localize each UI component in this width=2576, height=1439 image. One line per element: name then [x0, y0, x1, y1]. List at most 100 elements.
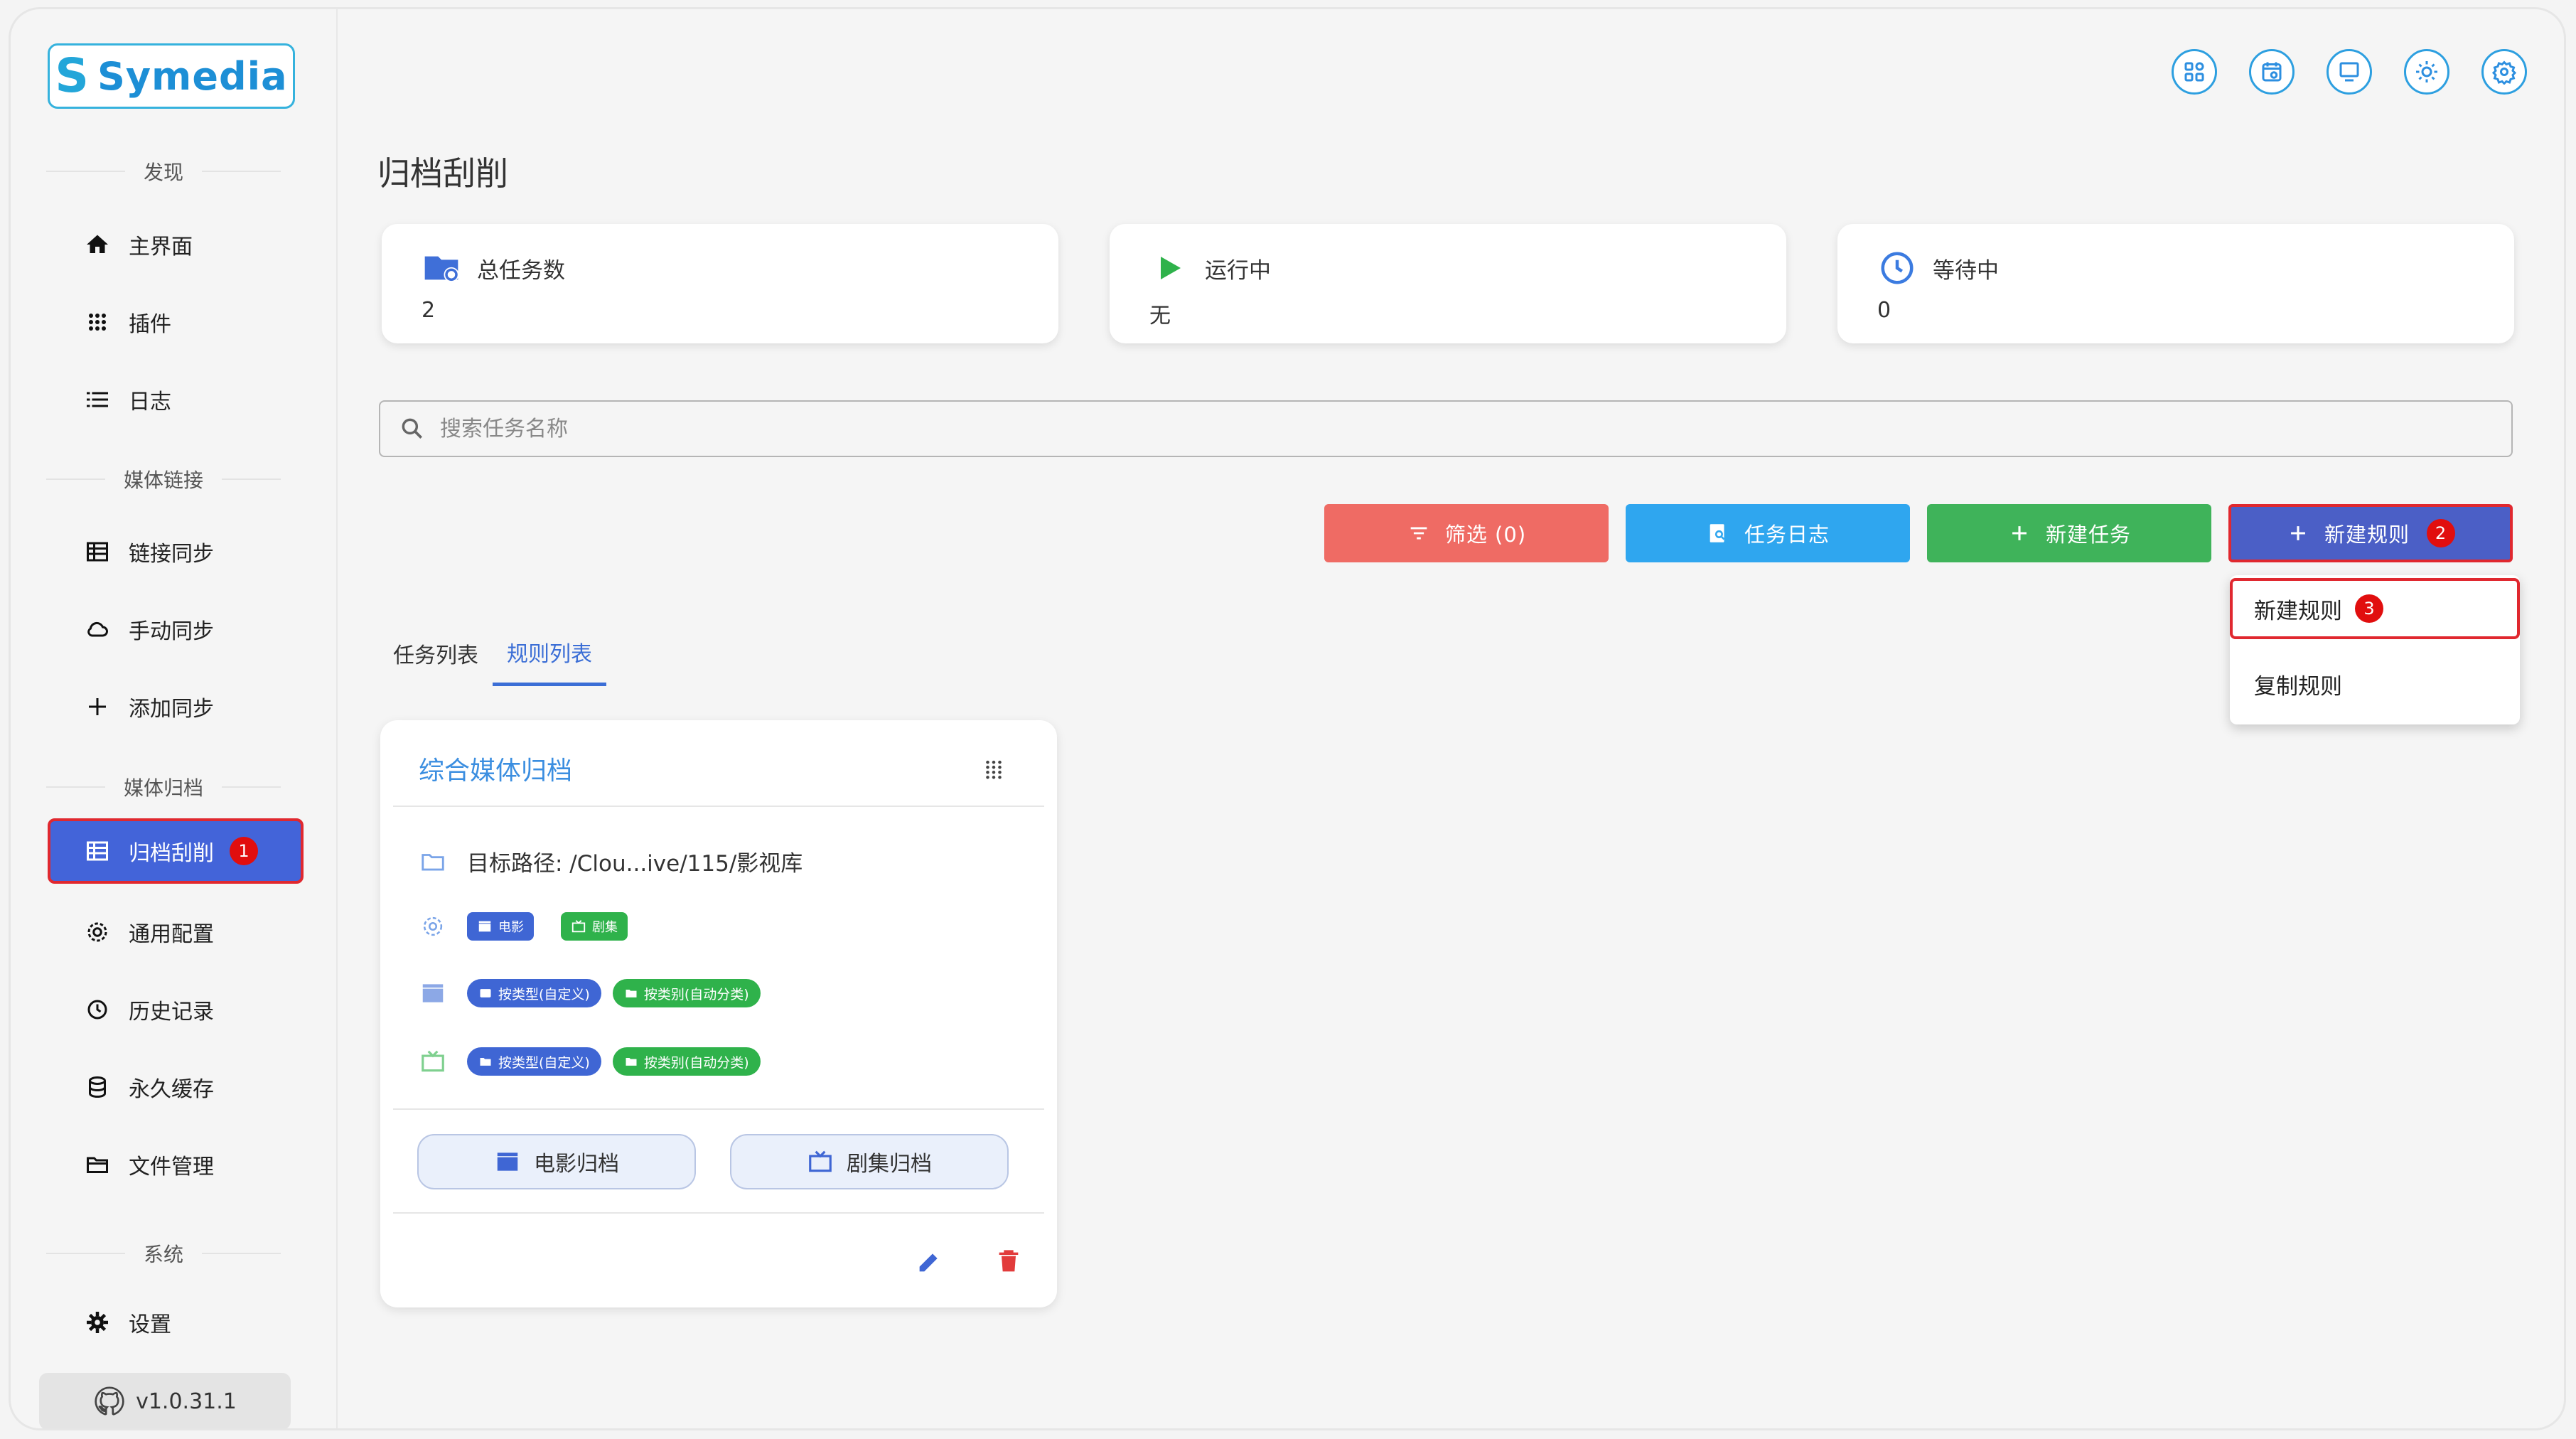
tab-task-list[interactable]: 任务列表: [379, 621, 493, 686]
clapper-icon: [497, 1152, 518, 1171]
plus-icon: [85, 694, 110, 720]
folder-icon: [626, 1058, 637, 1066]
tag-chip: 按类型(自定义): [467, 1047, 601, 1076]
category-icon: [480, 989, 491, 997]
edit-icon[interactable]: [915, 1248, 943, 1276]
history-icon: [85, 997, 110, 1022]
menu-item-new-rule[interactable]: 新建规则 3: [2230, 578, 2520, 639]
tag-chip: 按类型(自定义): [467, 979, 601, 1007]
movie-tags-row: 按类型(自定义) 按类别(自动分类): [419, 979, 772, 1007]
sidebar-item-add-sync[interactable]: 添加同步: [48, 674, 304, 739]
apps-icon: [85, 309, 110, 335]
task-log-button[interactable]: 任务日志: [1626, 504, 1910, 562]
database-icon: [85, 1074, 110, 1100]
logo[interactable]: S Symedia: [48, 43, 295, 109]
movie-archive-button[interactable]: 电影归档: [417, 1134, 696, 1189]
section-discover: 发现: [46, 157, 281, 186]
tv-icon: [419, 1047, 447, 1076]
stat-card-total: 总任务数 2: [382, 224, 1058, 343]
list-icon: [85, 387, 110, 412]
search-box[interactable]: [379, 400, 2513, 457]
play-icon: [1149, 248, 1189, 288]
table-icon: [85, 539, 110, 565]
logo-mark-icon: S: [55, 48, 89, 103]
drag-handle-icon[interactable]: [982, 757, 1006, 781]
delete-icon[interactable]: [994, 1248, 1023, 1276]
rule-title: 综合媒体归档: [419, 756, 573, 786]
folder-sync-icon: [422, 248, 461, 288]
stat-card-waiting: 等待中 0: [1837, 224, 2514, 343]
settings-icon: [85, 1310, 110, 1335]
tab-rule-list[interactable]: 规则列表: [493, 621, 606, 686]
sidebar-item-general-config[interactable]: 通用配置: [48, 899, 304, 965]
new-task-button[interactable]: 新建任务: [1927, 504, 2211, 562]
step-badge: 3: [2355, 594, 2383, 623]
clapper-icon: [478, 921, 491, 932]
gear-icon: [419, 912, 447, 941]
folder-icon: [626, 990, 637, 997]
rule-card: 综合媒体归档 目标路径: /Clou...ive/115/影视库 电影 剧集 按…: [380, 720, 1057, 1307]
tag-chip: 按类别(自动分类): [612, 1047, 761, 1076]
github-version[interactable]: v1.0.31.1: [39, 1373, 291, 1428]
sidebar-item-history[interactable]: 历史记录: [48, 977, 304, 1042]
version-label: v1.0.31.1: [136, 1389, 237, 1414]
sidebar-item-manual-sync[interactable]: 手动同步: [48, 597, 304, 662]
new-rule-button[interactable]: 新建规则 2: [2228, 504, 2513, 562]
filter-icon: [1410, 527, 1427, 540]
folder-icon: [480, 1058, 491, 1066]
target-path: 目标路径: /Clou...ive/115/影视库: [467, 851, 803, 877]
new-rule-dropdown: 新建规则 3 复制规则: [2230, 575, 2520, 724]
stat-label: 总任务数: [477, 257, 565, 284]
log-search-icon: [1710, 524, 1725, 542]
widgets-icon[interactable]: [2172, 49, 2217, 95]
tv-archive-button[interactable]: 剧集归档: [730, 1134, 1009, 1189]
plus-icon: [2291, 526, 2305, 540]
sidebar-item-plugins[interactable]: 插件: [48, 289, 304, 355]
section-system: 系统: [46, 1239, 281, 1268]
divider: [393, 1212, 1044, 1214]
sidebar-item-file-manager[interactable]: 文件管理: [48, 1132, 304, 1197]
plus-icon: [2012, 526, 2027, 540]
top-toolbar: [2172, 49, 2527, 95]
logo-text: Symedia: [97, 53, 288, 99]
sidebar-item-link-sync[interactable]: 链接同步: [48, 519, 304, 584]
section-media-link: 媒体链接: [46, 465, 281, 493]
divider: [393, 806, 1044, 807]
sidebar-item-logs[interactable]: 日志: [48, 367, 304, 432]
sidebar: S Symedia 发现 主界面 插件 日志 媒体链接 链接同步 手动同步 添加…: [11, 9, 338, 1428]
section-media-archive: 媒体归档: [46, 773, 281, 801]
page-title: 归档刮削: [377, 154, 508, 193]
target-path-row: 目标路径: /Clou...ive/115/影视库: [419, 845, 803, 877]
search-input[interactable]: [440, 416, 2430, 442]
clock-icon: [1877, 248, 1917, 288]
app-window: S Symedia 发现 主界面 插件 日志 媒体链接 链接同步 手动同步 添加…: [9, 7, 2566, 1430]
folder-icon: [419, 847, 447, 876]
tv-icon: [809, 1150, 832, 1172]
divider: [393, 1108, 1044, 1110]
gear-icon: [85, 919, 110, 945]
cloud-sync-icon: [85, 616, 110, 642]
stat-label: 等待中: [1933, 257, 1999, 284]
sidebar-item-cache[interactable]: 永久缓存: [48, 1054, 304, 1120]
sun-icon[interactable]: [2404, 49, 2449, 95]
stat-value: 无: [1149, 304, 1171, 328]
stat-card-running: 运行中 无: [1110, 224, 1786, 343]
filter-button[interactable]: 筛选 (0): [1324, 504, 1609, 562]
settings-icon[interactable]: [2481, 49, 2527, 95]
folder-open-icon: [85, 1152, 110, 1177]
search-icon: [402, 418, 423, 439]
menu-item-copy-rule[interactable]: 复制规则: [2230, 653, 2520, 715]
sidebar-item-home[interactable]: 主界面: [48, 212, 304, 277]
media-type-chip-movie: 电影: [467, 912, 534, 941]
calendar-icon[interactable]: [2249, 49, 2295, 95]
home-icon: [85, 232, 110, 257]
tv-tags-row: 按类型(自定义) 按类别(自动分类): [419, 1047, 772, 1076]
stat-value: 2: [422, 298, 436, 323]
media-type-row: 电影 剧集: [419, 912, 655, 941]
sidebar-item-archive-scrape[interactable]: 归档刮削 1: [48, 818, 304, 884]
clapper-icon: [419, 979, 447, 1007]
monitor-icon[interactable]: [2327, 49, 2372, 95]
sidebar-item-settings[interactable]: 设置: [48, 1290, 304, 1355]
tv-icon: [571, 920, 586, 933]
tag-chip: 按类别(自动分类): [612, 979, 761, 1007]
